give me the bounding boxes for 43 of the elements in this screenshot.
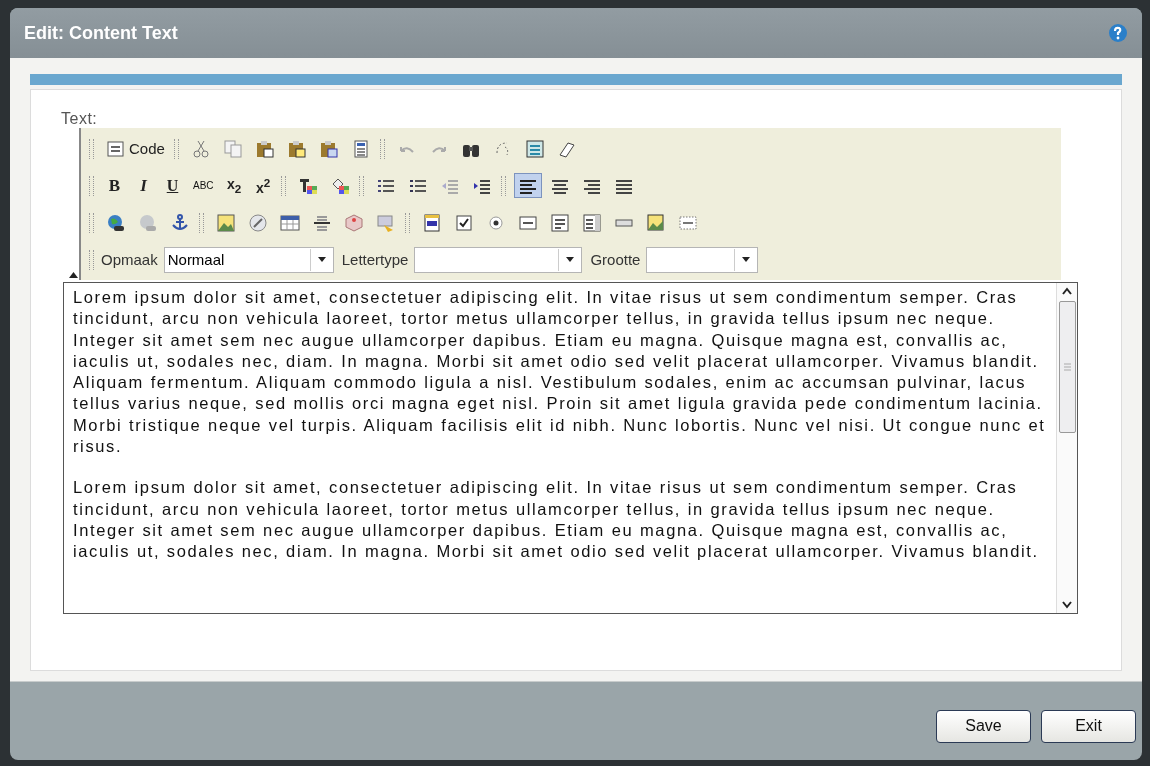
list-box-icon (582, 212, 602, 233)
select-all-icon (524, 138, 545, 159)
caret-icon (566, 257, 575, 262)
dropdown-label: Lettertype (341, 251, 409, 268)
scissors-icon (190, 138, 211, 159)
dialog-button[interactable]: Exit (1041, 709, 1136, 743)
source-button[interactable]: Code (102, 136, 169, 161)
italic-tool[interactable]: I (131, 173, 156, 198)
clipboard-icon (286, 138, 307, 159)
strike-tool[interactable]: ABC (189, 173, 218, 198)
align-left-tool[interactable] (513, 173, 542, 198)
editor-area[interactable] (63, 282, 1078, 614)
dropdown-label: Grootte (590, 251, 641, 268)
copy-icon (222, 138, 243, 159)
image-icon (216, 212, 236, 233)
table-icon (280, 212, 300, 233)
clipboard-icon (254, 138, 275, 159)
dialog-button[interactable]: Save (936, 709, 1031, 743)
scrollbar[interactable] (1056, 283, 1077, 613)
document-icon (106, 138, 126, 159)
tick-square-icon (454, 212, 474, 233)
anchor-icon (170, 212, 190, 233)
button-icon (614, 218, 634, 227)
window-title: Edit: Content Text (24, 22, 178, 44)
caret-icon (317, 257, 326, 262)
paragraph: Lorem ipsum dolor sit amet, consectetuer adipiscing elit. In vitae risus ut sem condimentum semper. Cras tincidunt, arcu non vehicula laoreet, tortor metus ullamcorper tellus, in gravida tellus ipsum nec neque. Integer sit amet sem nec augue ullamcorper dapibus. Etiam eu magna. Quisque magna est, convallis ac, iaculis ut, sodales nec, diam. In magna. Morbi sit amet odio sed velit placerat ullamcorper. Vivamus blandit. (73, 477, 1040, 563)
dropdown[interactable]: Normaal (163, 246, 334, 273)
collapse-icon[interactable] (69, 272, 78, 278)
form-icon (422, 212, 442, 233)
subscript-tool[interactable]: x$_{2}$ (221, 173, 247, 198)
superscript-tool[interactable]: x$^{2}$ (250, 173, 276, 198)
dropdown-label: Opmaak (101, 251, 158, 268)
scroll-thumb[interactable] (1058, 301, 1076, 433)
caret-icon (742, 257, 751, 262)
image-button-icon (646, 212, 666, 233)
bold-tool[interactable]: B (102, 173, 127, 198)
clipboard-icon (318, 138, 339, 159)
dial-icon (248, 212, 268, 233)
field-label: Text: (61, 110, 98, 128)
paragraph: Lorem ipsum dolor sit amet, consectetuer adipiscing elit. In vitae risus ut sem condimentum semper. Cras tincidunt, arcu non vehicula laoreet, tortor metus ullamcorper tellus, in gravida tellus ipsum nec neque. Integer sit amet sem nec augue ullamcorper dapibus. Etiam eu magna. Quisque magna est, convallis ac, iaculis ut, sodales nec, diam. In magna. Morbi sit amet odio sed velit placerat ullamcorper. Vivamus blandit. Aliquam fermentum. Aliquam commodo ligula a nisl. Vestibulum sodales, enim ac accumsan pulvinar, lacus tellus varius neque, sed mollis orci magna eget nisl. Proin sit amet ligula gravida pede condimentum lacinia. Morbi tristique neque vel turpis. Aliquam facilisis elit id nibh. Nunc lobortis. Nunc vel nisi. Ut congue nunc et risus. (73, 287, 1047, 458)
underline-tool[interactable]: U (160, 173, 185, 198)
text-area-icon (550, 212, 570, 233)
help-icon[interactable] (1108, 23, 1128, 43)
